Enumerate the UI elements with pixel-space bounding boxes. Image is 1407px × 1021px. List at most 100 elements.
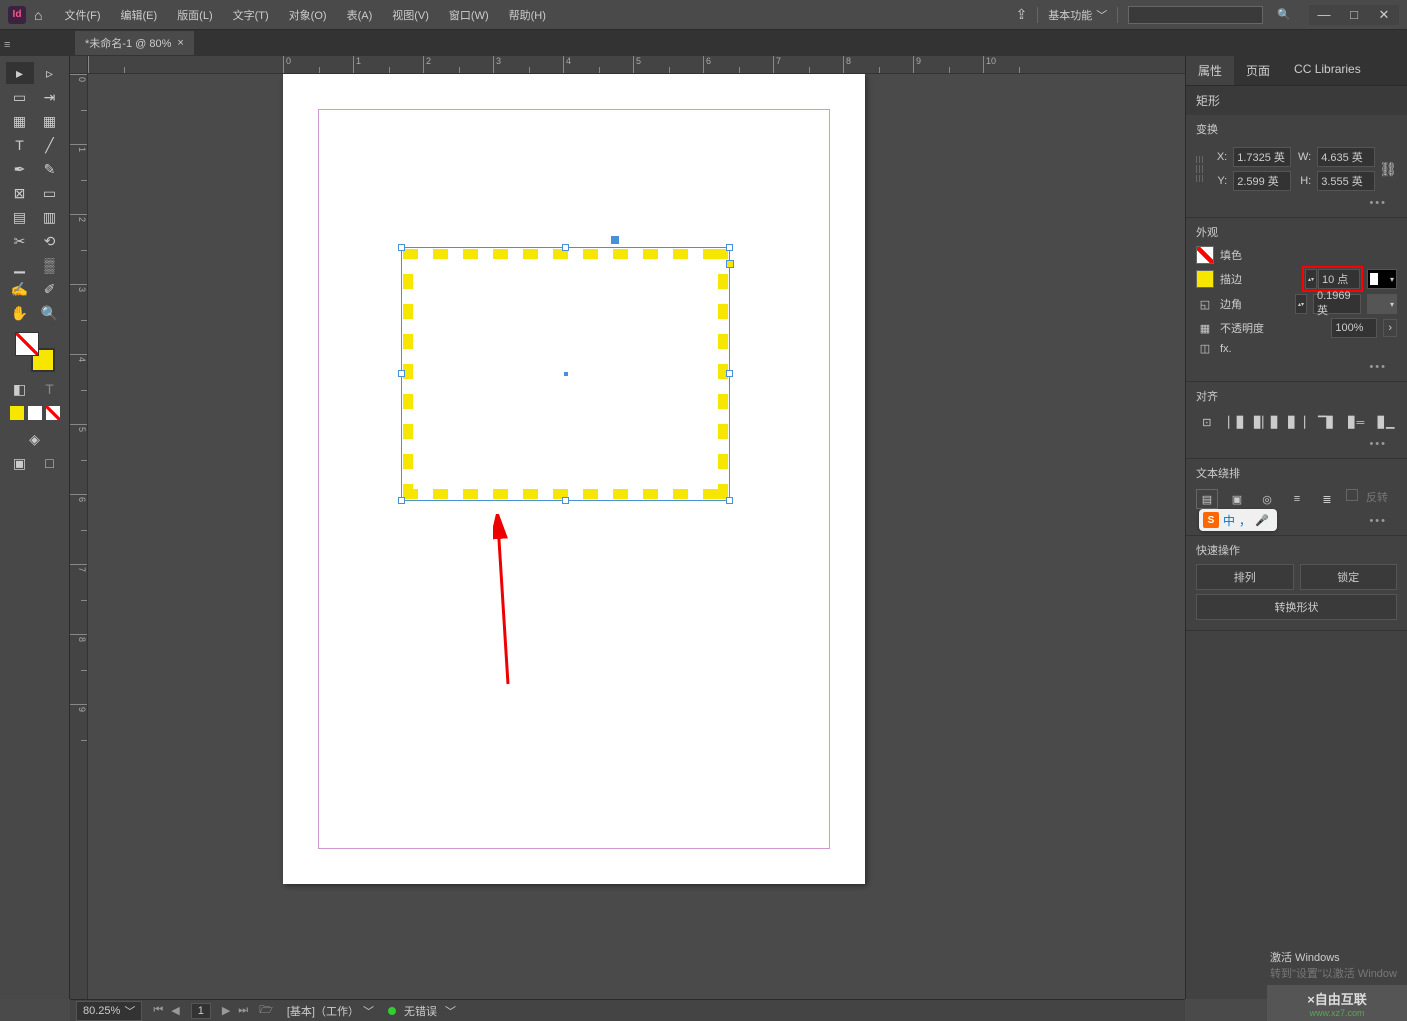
gradient-swatch-tool[interactable]: ▁ — [6, 254, 34, 276]
search-icon[interactable]: 🔍 — [1277, 8, 1291, 21]
prev-page-icon[interactable]: ◀ — [168, 1004, 182, 1017]
menu-object[interactable]: 对象(O) — [279, 7, 337, 23]
page-tool[interactable]: ▭ — [6, 86, 34, 108]
view-mode-1[interactable]: ◈ — [21, 428, 49, 450]
swatch-gradient[interactable] — [28, 406, 42, 420]
pencil-tool[interactable]: ✎ — [36, 158, 64, 180]
vertical-ruler[interactable]: 0123456789 — [70, 74, 88, 999]
gradient-feather-tool[interactable]: ▒ — [36, 254, 64, 276]
resize-handle-n[interactable] — [562, 244, 569, 251]
selected-rectangle-object[interactable] — [403, 249, 728, 499]
corner-live-handle[interactable] — [726, 260, 734, 268]
align-hcenter-icon[interactable]: ▊▏▊ — [1256, 412, 1278, 432]
align-right-icon[interactable]: ▊▕ — [1286, 412, 1308, 432]
table-tool-2[interactable]: ▥ — [36, 206, 64, 228]
ime-lang-label[interactable]: 中 — [1223, 512, 1235, 529]
lock-button[interactable]: 锁定 — [1300, 564, 1398, 590]
free-transform-tool[interactable]: ⟲ — [36, 230, 64, 252]
pen-tool[interactable]: ✒ — [6, 158, 34, 180]
home-icon[interactable]: ⌂ — [34, 7, 42, 23]
page-number-input[interactable]: 1 — [191, 1003, 211, 1019]
scissors-tool[interactable]: ✂ — [6, 230, 34, 252]
resize-handle-s[interactable] — [562, 497, 569, 504]
ruler-origin[interactable] — [70, 56, 88, 74]
wrap-jump-next-icon[interactable]: ≣ — [1316, 489, 1338, 509]
wrap-none-icon[interactable]: ▤ — [1196, 489, 1218, 509]
menu-view[interactable]: 视图(V) — [382, 7, 439, 23]
master-page-dropdown[interactable]: [基本]（工作）﹀ — [281, 1002, 380, 1020]
canvas-viewport[interactable] — [88, 74, 1175, 989]
last-page-icon[interactable]: ⏭ — [235, 1004, 251, 1017]
menu-window[interactable]: 窗口(W) — [439, 7, 499, 23]
eyedropper-tool[interactable]: ✐ — [36, 278, 64, 300]
menu-text[interactable]: 文字(T) — [223, 7, 279, 23]
corner-stepper[interactable]: ▴▾ — [1295, 294, 1307, 314]
wrap-shape-icon[interactable]: ◎ — [1256, 489, 1278, 509]
align-to-page-icon[interactable]: ⊡ — [1196, 412, 1218, 432]
screen-mode-normal[interactable]: ▣ — [6, 452, 34, 474]
preflight-status-label[interactable]: 无错误 — [404, 1003, 437, 1019]
resize-handle-w[interactable] — [398, 370, 405, 377]
stroke-color-swatch[interactable] — [1196, 270, 1214, 288]
transform-more-options[interactable]: ••• — [1196, 195, 1397, 211]
wrap-jump-icon[interactable]: ≡ — [1286, 489, 1308, 509]
swatch-none[interactable] — [46, 406, 60, 420]
tab-properties[interactable]: 属性 — [1186, 56, 1234, 85]
document-tab[interactable]: *未命名-1 @ 80% × — [75, 31, 194, 55]
swatch-yellow[interactable] — [10, 406, 24, 420]
link-wh-icon[interactable]: ⛓ — [1379, 161, 1397, 178]
wrap-bounding-icon[interactable]: ▣ — [1226, 489, 1248, 509]
invert-checkbox[interactable] — [1346, 489, 1358, 501]
workspace-dropdown[interactable]: 基本功能 ﹀ — [1037, 7, 1118, 23]
menu-help[interactable]: 帮助(H) — [499, 7, 556, 23]
next-page-icon[interactable]: ▶ — [219, 1004, 233, 1017]
note-tool[interactable]: ✍ — [6, 278, 34, 300]
menu-file[interactable]: 文件(F) — [54, 7, 110, 23]
appearance-more-options[interactable]: ••• — [1196, 359, 1397, 375]
ime-punct-label[interactable]: ， — [1239, 512, 1251, 529]
zoom-level-dropdown[interactable]: 80.25%﹀ — [76, 1001, 142, 1021]
opacity-flyout-icon[interactable]: › — [1383, 319, 1397, 337]
ime-logo-icon[interactable]: S — [1203, 512, 1219, 528]
maximize-button[interactable]: □ — [1339, 5, 1369, 25]
screen-mode-preview[interactable]: □ — [36, 452, 64, 474]
formatting-container-icon[interactable]: ◧ — [6, 378, 34, 400]
hand-tool[interactable]: ✋ — [6, 302, 34, 324]
open-nav-icon[interactable]: 🗁 — [259, 1001, 273, 1020]
align-top-icon[interactable]: ▔▊ — [1315, 412, 1337, 432]
fill-stroke-swatch[interactable] — [15, 332, 55, 372]
tab-cc-libraries[interactable]: CC Libraries — [1282, 56, 1373, 85]
content-collector-tool[interactable]: ▦ — [6, 110, 34, 132]
align-more-options[interactable]: ••• — [1196, 436, 1397, 452]
y-input[interactable]: 2.599 英 — [1233, 171, 1291, 191]
align-vcenter-icon[interactable]: ▊═ — [1345, 412, 1367, 432]
tab-scroll-icon[interactable]: ≡ — [4, 39, 10, 51]
ime-mic-icon[interactable]: 🎤 — [1255, 514, 1269, 527]
align-left-icon[interactable]: ▏▊ — [1226, 412, 1248, 432]
menu-table[interactable]: 表(A) — [337, 7, 383, 23]
opacity-input[interactable]: 100% — [1331, 318, 1377, 338]
resize-handle-e[interactable] — [726, 370, 733, 377]
rectangle-tool[interactable]: ▭ — [36, 182, 64, 204]
tab-pages[interactable]: 页面 — [1234, 56, 1282, 85]
content-placer-tool[interactable]: ▦ — [36, 110, 64, 132]
stroke-weight-input[interactable]: 10 点 — [1318, 269, 1360, 289]
resize-handle-nw[interactable] — [398, 244, 405, 251]
content-grabber[interactable] — [611, 236, 619, 244]
search-input[interactable] — [1128, 6, 1263, 24]
stroke-style-dropdown[interactable]: ▾ — [1367, 269, 1397, 289]
gap-tool[interactable]: ⇥ — [36, 86, 64, 108]
ime-floating-toolbar[interactable]: S 中 ， 🎤 — [1199, 509, 1277, 531]
corner-radius-input[interactable]: 0.1969 英 — [1313, 294, 1361, 314]
close-button[interactable]: ✕ — [1369, 5, 1399, 25]
zoom-tool[interactable]: 🔍 — [36, 302, 64, 324]
x-input[interactable]: 1.7325 英 — [1233, 147, 1291, 167]
selection-tool[interactable]: ▸ — [6, 62, 34, 84]
fill-swatch[interactable] — [15, 332, 39, 356]
resize-handle-se[interactable] — [726, 497, 733, 504]
direct-selection-tool[interactable]: ▹ — [36, 62, 64, 84]
resize-handle-ne[interactable] — [726, 244, 733, 251]
formatting-text-icon[interactable]: T — [36, 378, 64, 400]
page[interactable] — [283, 74, 865, 884]
fill-color-swatch[interactable] — [1196, 246, 1214, 264]
